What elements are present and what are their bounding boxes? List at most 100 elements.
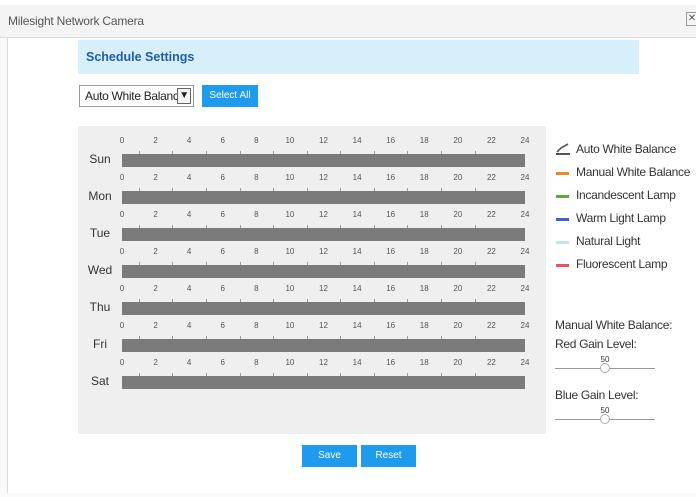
schedule-row: Sat 0 2 4 6 8 10 12 14 16 18 20 22 24 xyxy=(78,358,546,396)
schedule-row: Mon 0 2 4 6 8 10 12 14 16 18 20 22 24 xyxy=(78,173,546,211)
legend-swatch xyxy=(556,195,569,198)
hour-tick-label: 10 xyxy=(285,284,295,293)
hour-tick-label: 24 xyxy=(520,321,530,330)
hour-tick-label: 16 xyxy=(386,136,396,145)
hour-tick-label: 2 xyxy=(153,210,158,219)
red-gain-thumb[interactable] xyxy=(600,363,610,373)
schedule-row: Fri 0 2 4 6 8 10 12 14 16 18 20 22 24 xyxy=(78,321,546,359)
manual-wb-title: Manual White Balance: xyxy=(555,318,673,332)
day-label: Tue xyxy=(89,226,111,240)
window-title: Milesight Network Camera xyxy=(8,14,144,28)
hour-tick-label: 4 xyxy=(186,136,192,145)
schedule-timeline-bar[interactable] xyxy=(122,339,525,352)
legend-swatch xyxy=(556,172,569,175)
hour-tick-label: 2 xyxy=(153,173,158,182)
hour-tick-label: 22 xyxy=(486,173,496,182)
window-frame-bottom xyxy=(0,493,696,497)
hour-tick-label: 12 xyxy=(319,321,328,330)
hour-tick-label: 10 xyxy=(285,358,295,367)
legend-swatch xyxy=(556,264,569,267)
hour-tick-label: 0 xyxy=(119,247,125,256)
legend-label: Natural Light xyxy=(576,234,641,248)
legend-swatch xyxy=(556,218,569,221)
hour-tick-label: 18 xyxy=(419,284,429,293)
hour-tick-label: 12 xyxy=(319,358,328,367)
hour-tick-label: 2 xyxy=(153,247,158,256)
hour-tick-label: 4 xyxy=(186,247,192,256)
legend-item[interactable]: Warm Light Lamp xyxy=(556,209,696,229)
hour-tick-label: 18 xyxy=(419,247,429,256)
legend-label: Fluorescent Lamp xyxy=(576,257,668,271)
legend-label: Warm Light Lamp xyxy=(576,211,666,225)
schedule-row: Sun 0 2 4 6 8 10 12 14 16 18 20 22 24 xyxy=(78,136,546,174)
hour-tick-label: 8 xyxy=(254,247,259,256)
hour-tick-label: 2 xyxy=(153,136,158,145)
hour-tick-label: 18 xyxy=(419,358,429,367)
legend-item[interactable]: Natural Light xyxy=(556,232,696,252)
chevron-down-icon[interactable]: ▼ xyxy=(177,88,191,104)
hour-tick-label: 16 xyxy=(386,284,396,293)
select-all-button[interactable]: Select All xyxy=(202,85,258,107)
schedule-timeline-bar[interactable] xyxy=(122,376,525,389)
hour-tick-label: 14 xyxy=(352,173,362,182)
hour-tick-label: 20 xyxy=(453,358,463,367)
legend-item[interactable]: Incandescent Lamp xyxy=(556,186,696,206)
legend-swatch xyxy=(556,241,569,244)
legend-label: Incandescent Lamp xyxy=(576,188,676,202)
hour-tick-label: 20 xyxy=(453,284,463,293)
hour-tick-label: 8 xyxy=(254,136,259,145)
hour-tick-label: 8 xyxy=(254,284,259,293)
hour-tick-label: 24 xyxy=(520,210,530,219)
blue-gain-slider[interactable]: 50 xyxy=(555,406,655,426)
mode-select-value: Auto White Balance xyxy=(85,89,185,103)
day-label: Sun xyxy=(89,152,111,166)
hour-tick-label: 0 xyxy=(119,173,125,182)
schedule-timeline-bar[interactable] xyxy=(122,154,525,167)
save-button[interactable]: Save xyxy=(302,445,357,467)
legend-label: Auto White Balance xyxy=(576,142,676,156)
hour-tick-label: 12 xyxy=(319,173,328,182)
window-titlebar: Milesight Network Camera ✕ xyxy=(0,5,696,38)
legend-item[interactable]: Auto White Balance xyxy=(556,140,696,160)
hour-tick-label: 0 xyxy=(119,358,125,367)
hour-tick-label: 14 xyxy=(352,210,362,219)
hour-tick-label: 12 xyxy=(319,284,328,293)
hour-tick-label: 6 xyxy=(220,210,225,219)
red-gain-label: Red Gain Level: xyxy=(555,337,637,351)
brush-icon xyxy=(556,143,570,155)
schedule-timeline-bar[interactable] xyxy=(122,228,525,241)
blue-gain-thumb[interactable] xyxy=(600,414,610,424)
hour-tick-label: 24 xyxy=(520,358,530,367)
schedule-row: Wed 0 2 4 6 8 10 12 14 16 18 20 22 24 xyxy=(78,247,546,285)
hour-tick-label: 10 xyxy=(285,247,295,256)
hour-tick-label: 6 xyxy=(220,136,225,145)
schedule-timeline-bar[interactable] xyxy=(122,302,525,315)
day-label: Thu xyxy=(89,300,111,314)
hour-tick-label: 16 xyxy=(386,358,396,367)
close-icon[interactable]: ✕ xyxy=(686,12,696,26)
red-gain-slider[interactable]: 50 xyxy=(555,355,655,375)
schedule-row: Thu 0 2 4 6 8 10 12 14 16 18 20 22 24 xyxy=(78,284,546,322)
hour-tick-label: 0 xyxy=(119,321,125,330)
schedule-timeline-bar[interactable] xyxy=(122,265,525,278)
white-balance-mode-select[interactable]: Auto White Balance ▼ xyxy=(79,85,194,107)
day-label: Wed xyxy=(87,263,113,277)
hour-tick-label: 22 xyxy=(486,358,496,367)
hour-tick-label: 22 xyxy=(486,136,496,145)
reset-button[interactable]: Reset xyxy=(361,445,416,467)
schedule-row: Tue 0 2 4 6 8 10 12 14 16 18 20 22 24 xyxy=(78,210,546,248)
blue-gain-label: Blue Gain Level: xyxy=(555,388,639,402)
hour-tick-label: 20 xyxy=(453,136,463,145)
schedule-timeline-bar[interactable] xyxy=(122,191,525,204)
hour-tick-label: 10 xyxy=(285,136,295,145)
legend-item[interactable]: Manual White Balance xyxy=(556,163,696,183)
hour-tick-label: 10 xyxy=(285,210,295,219)
hour-tick-label: 4 xyxy=(186,173,192,182)
hour-tick-label: 10 xyxy=(285,173,295,182)
hour-tick-label: 8 xyxy=(254,358,259,367)
legend-item[interactable]: Fluorescent Lamp xyxy=(556,255,696,275)
hour-tick-label: 24 xyxy=(520,136,530,145)
hour-tick-label: 14 xyxy=(352,358,362,367)
hour-tick-label: 4 xyxy=(186,358,192,367)
hour-tick-label: 14 xyxy=(352,136,362,145)
